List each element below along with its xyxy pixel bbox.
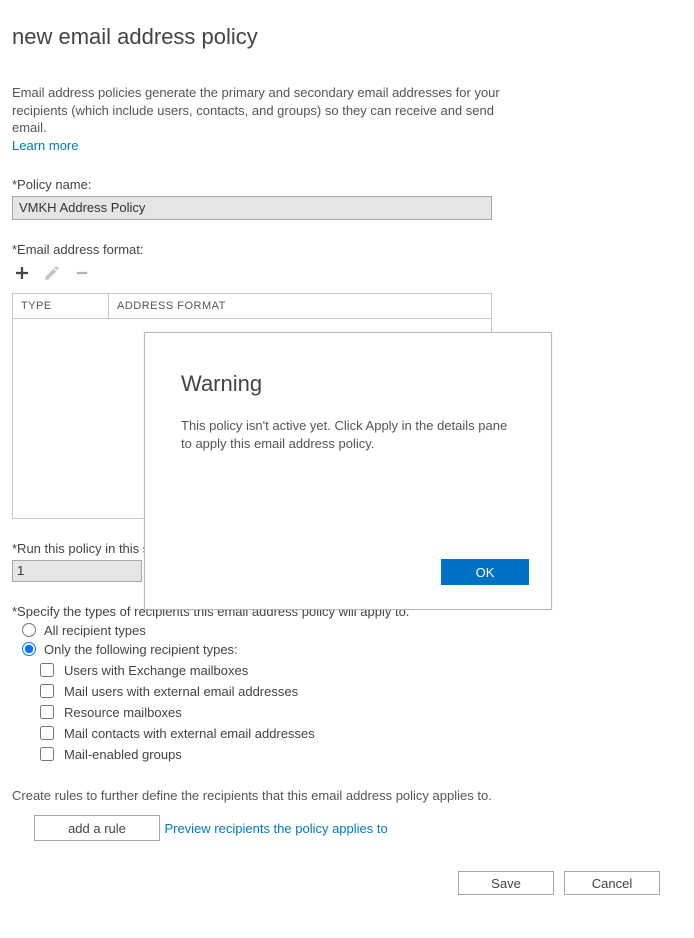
check-mail-enabled-groups[interactable]: Mail-enabled groups bbox=[40, 747, 682, 762]
remove-icon bbox=[72, 263, 92, 283]
check-mail-users-external[interactable]: Mail users with external email addresses bbox=[40, 684, 682, 699]
check-input[interactable] bbox=[40, 726, 54, 740]
add-rule-button[interactable]: add a rule bbox=[34, 815, 160, 841]
preview-recipients-link[interactable]: Preview recipients the policy applies to bbox=[164, 821, 387, 836]
radio-only-label: Only the following recipient types: bbox=[44, 642, 238, 657]
check-label: Users with Exchange mailboxes bbox=[64, 663, 248, 678]
ok-button[interactable]: OK bbox=[441, 559, 529, 585]
check-users-mailboxes[interactable]: Users with Exchange mailboxes bbox=[40, 663, 682, 678]
check-input[interactable] bbox=[40, 705, 54, 719]
check-label: Mail contacts with external email addres… bbox=[64, 726, 315, 741]
check-label: Mail-enabled groups bbox=[64, 747, 182, 762]
policy-name-input[interactable] bbox=[12, 196, 492, 220]
check-input[interactable] bbox=[40, 684, 54, 698]
learn-more-link[interactable]: Learn more bbox=[12, 138, 78, 153]
check-input[interactable] bbox=[40, 747, 54, 761]
intro-text: Email address policies generate the prim… bbox=[12, 84, 532, 137]
save-button[interactable]: Save bbox=[458, 871, 554, 895]
check-input[interactable] bbox=[40, 663, 54, 677]
edit-icon bbox=[42, 263, 62, 283]
radio-only-input[interactable] bbox=[22, 642, 36, 656]
format-label: *Email address format: bbox=[12, 242, 682, 257]
radio-all-recipients[interactable]: All recipient types bbox=[22, 623, 682, 638]
check-resource-mailboxes[interactable]: Resource mailboxes bbox=[40, 705, 682, 720]
rules-text: Create rules to further define the recip… bbox=[12, 788, 682, 803]
radio-only-recipients[interactable]: Only the following recipient types: bbox=[22, 642, 682, 657]
warning-title: Warning bbox=[181, 371, 515, 397]
format-table: TYPE ADDRESS FORMAT bbox=[12, 293, 492, 319]
dialog-footer: Save Cancel bbox=[12, 871, 682, 895]
format-toolbar bbox=[12, 263, 682, 283]
policy-name-label: *Policy name: bbox=[12, 177, 682, 192]
check-label: Mail users with external email addresses bbox=[64, 684, 298, 699]
check-mail-contacts-external[interactable]: Mail contacts with external email addres… bbox=[40, 726, 682, 741]
page-title: new email address policy bbox=[12, 24, 682, 50]
col-type: TYPE bbox=[13, 293, 109, 318]
warning-body: This policy isn't active yet. Click Appl… bbox=[181, 417, 515, 452]
col-address: ADDRESS FORMAT bbox=[109, 293, 492, 318]
warning-dialog: Warning This policy isn't active yet. Cl… bbox=[144, 332, 552, 610]
radio-all-input[interactable] bbox=[22, 623, 36, 637]
sequence-input[interactable] bbox=[12, 560, 142, 582]
radio-all-label: All recipient types bbox=[44, 623, 146, 638]
add-icon[interactable] bbox=[12, 263, 32, 283]
check-label: Resource mailboxes bbox=[64, 705, 182, 720]
cancel-button[interactable]: Cancel bbox=[564, 871, 660, 895]
